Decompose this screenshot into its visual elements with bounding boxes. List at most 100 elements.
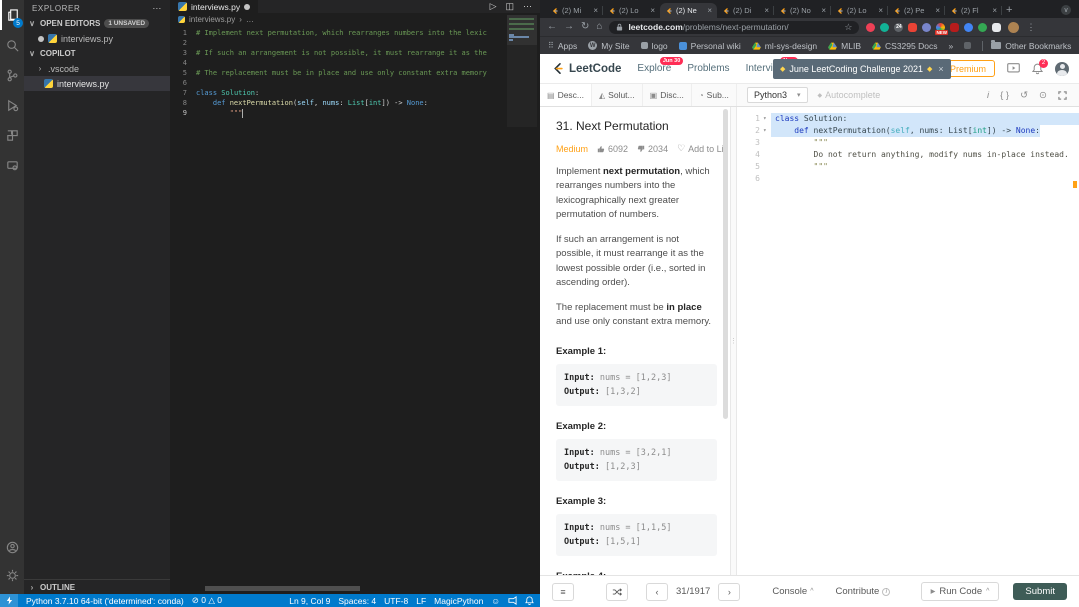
reset-code-icon[interactable]: ↺ xyxy=(1020,90,1028,101)
code-line[interactable]: 3# If such an arrangement is not possibl… xyxy=(170,48,540,58)
split-editor-icon[interactable]: ◫ xyxy=(505,1,514,12)
bookmarks-overflow-icon[interactable]: » xyxy=(948,41,953,51)
bookmark-item[interactable]: logo xyxy=(641,41,668,51)
next-problem-button[interactable]: › xyxy=(718,583,740,601)
fold-arrow-icon[interactable]: ▾ xyxy=(763,125,771,137)
nav-item-problems[interactable]: Problems xyxy=(687,63,729,74)
code-line[interactable]: 4 Do not return anything, modify nums in… xyxy=(737,149,1079,161)
bookmark-star-icon[interactable]: ☆ xyxy=(844,22,852,33)
browser-tab[interactable]: (2) Lo× xyxy=(831,3,888,18)
browser-menu-icon[interactable]: ⋮ xyxy=(1026,22,1035,33)
maroon-icon[interactable] xyxy=(950,23,959,32)
code-line[interactable]: 5 """ xyxy=(737,161,1079,173)
bookmark-item[interactable]: Personal wiki xyxy=(679,41,741,51)
code-line[interactable]: 6 xyxy=(737,173,1079,185)
source-control-icon[interactable] xyxy=(0,60,24,90)
problem-list-button[interactable]: ≡ xyxy=(552,583,574,601)
search-icon[interactable] xyxy=(0,30,24,60)
difficulty-badge[interactable]: Medium xyxy=(556,144,588,154)
browser-tab[interactable]: (2) Pe× xyxy=(888,3,945,18)
autocomplete-toggle[interactable]: ◆ Autocomplete xyxy=(818,90,881,100)
user-avatar[interactable] xyxy=(1055,62,1069,76)
folder-vscode[interactable]: › .vscode xyxy=(24,61,170,76)
address-bar[interactable]: leetcode.com/problems/next-permutation/ … xyxy=(609,21,859,34)
tab-close-icon[interactable]: × xyxy=(593,6,598,15)
bookmark-item[interactable]: ⠿Apps xyxy=(548,41,577,51)
new-tab-button[interactable]: + xyxy=(1006,4,1012,16)
browser-tab[interactable]: (2) Di× xyxy=(717,3,774,18)
code-line[interactable]: 6 xyxy=(170,78,540,88)
extensions-icon[interactable] xyxy=(0,120,24,150)
home-icon[interactable]: ⌂ xyxy=(596,22,602,32)
tab-discuss[interactable]: ▣Disc... xyxy=(643,84,692,106)
tab-close-icon[interactable]: × xyxy=(764,6,769,15)
likes[interactable]: 6092 xyxy=(597,144,628,154)
challenge-toast[interactable]: ◆ June LeetCoding Challenge 2021 ◆ × xyxy=(773,59,951,79)
other-bookmarks[interactable]: Other Bookmarks xyxy=(991,41,1071,51)
minimap[interactable] xyxy=(507,15,537,127)
status-item[interactable]: UTF-8 xyxy=(384,596,408,606)
status-item[interactable]: MagicPython xyxy=(434,596,483,606)
code-line[interactable]: 3 """ xyxy=(737,137,1079,149)
bookmark-favicon-only[interactable] xyxy=(964,42,971,49)
leetcode-code-editor[interactable]: 1▾class Solution:2▾ def nextPermutation(… xyxy=(737,107,1079,575)
tab-solution[interactable]: ◭Solut... xyxy=(592,84,643,106)
bookmark-item[interactable]: MLIB xyxy=(828,41,861,51)
browser-tab[interactable]: (2) Fl× xyxy=(945,3,1002,18)
more-actions-icon[interactable]: ⋯ xyxy=(523,1,532,12)
editor-settings-icon[interactable]: ⊙ xyxy=(1039,90,1047,101)
browser-tab[interactable]: (2) No× xyxy=(774,3,831,18)
run-debug-icon[interactable] xyxy=(0,90,24,120)
horizontal-scrollbar[interactable] xyxy=(205,586,360,591)
tab-close-icon[interactable]: × xyxy=(878,6,883,15)
remote-indicator-icon[interactable] xyxy=(0,594,18,607)
format-code-icon[interactable]: { } xyxy=(1000,90,1009,101)
forward-icon[interactable]: → xyxy=(564,22,574,32)
status-item[interactable]: Spaces: 4 xyxy=(338,596,376,606)
python-interpreter[interactable]: Python 3.7.10 64-bit ('determined': cond… xyxy=(26,596,184,606)
indigo-icon[interactable] xyxy=(922,23,931,32)
breadcrumb[interactable]: interviews.py › … xyxy=(170,13,540,25)
red-plus-icon[interactable] xyxy=(908,23,917,32)
bookmark-item[interactable]: ml-sys-design xyxy=(752,41,817,51)
leetcode-brand[interactable]: LeetCode xyxy=(569,63,621,75)
code-line[interactable]: 5# The replacement must be in place and … xyxy=(170,68,540,78)
language-select[interactable]: Python3 ▾ xyxy=(747,87,808,103)
problems-indicator[interactable]: ⊘ 0 △ 0 xyxy=(192,595,222,606)
submit-button[interactable]: Submit xyxy=(1013,583,1067,600)
accounts-icon[interactable] xyxy=(0,532,24,562)
tab-close-icon[interactable]: × xyxy=(935,6,940,15)
console-toggle[interactable]: Console ^ xyxy=(772,586,813,597)
dislikes[interactable]: 2034 xyxy=(637,144,668,154)
outline-section[interactable]: › OUTLINE xyxy=(24,579,170,594)
pocket-icon[interactable] xyxy=(866,23,875,32)
tab-description[interactable]: ▤Desc... xyxy=(540,84,592,106)
online-interview-icon[interactable] xyxy=(1007,63,1020,74)
nav-item-explore[interactable]: ExploreJun 30 xyxy=(637,63,671,74)
browser-tab[interactable]: (2) Ne× xyxy=(660,3,717,18)
remote-explorer-icon[interactable] xyxy=(0,150,24,180)
open-editors-section[interactable]: ∨ OPEN EDITORS 1 UNSAVED xyxy=(24,16,170,31)
explorer-more-actions-icon[interactable]: ⋯ xyxy=(152,3,162,14)
blue-icon[interactable] xyxy=(964,23,973,32)
modified-dot-icon[interactable] xyxy=(244,4,250,10)
run-code-button[interactable]: ▸ Run Code ^ xyxy=(921,582,1000,601)
tab-close-icon[interactable]: × xyxy=(707,6,712,15)
toast-close-icon[interactable]: × xyxy=(938,64,943,74)
file-interviews-py[interactable]: interviews.py xyxy=(24,76,170,91)
tab-close-icon[interactable]: × xyxy=(650,6,655,15)
description-scrollbar[interactable] xyxy=(723,109,728,419)
fullscreen-icon[interactable] xyxy=(1058,91,1067,100)
announcement-icon[interactable] xyxy=(508,596,517,605)
code-line[interactable]: 8 def nextPermutation(self, nums: List[i… xyxy=(170,98,540,108)
reload-icon[interactable]: ↻ xyxy=(581,22,589,32)
code-line[interactable]: 1# Implement next permutation, which rea… xyxy=(170,28,540,38)
fold-arrow-icon[interactable]: ▾ xyxy=(763,113,771,125)
tab-interviews-py[interactable]: interviews.py xyxy=(170,0,258,13)
prev-problem-button[interactable]: ‹ xyxy=(646,583,668,601)
browser-tab[interactable]: (2) Mi× xyxy=(546,3,603,18)
problem-description-panel[interactable]: 31. Next Permutation Medium 6092 2034 ♡ … xyxy=(546,107,727,575)
code-line[interactable]: 2▾ def nextPermutation(self, nums: List[… xyxy=(737,125,1079,137)
puzzle-icon[interactable] xyxy=(992,23,1001,32)
panel-splitter[interactable]: ⋮ xyxy=(730,107,737,575)
